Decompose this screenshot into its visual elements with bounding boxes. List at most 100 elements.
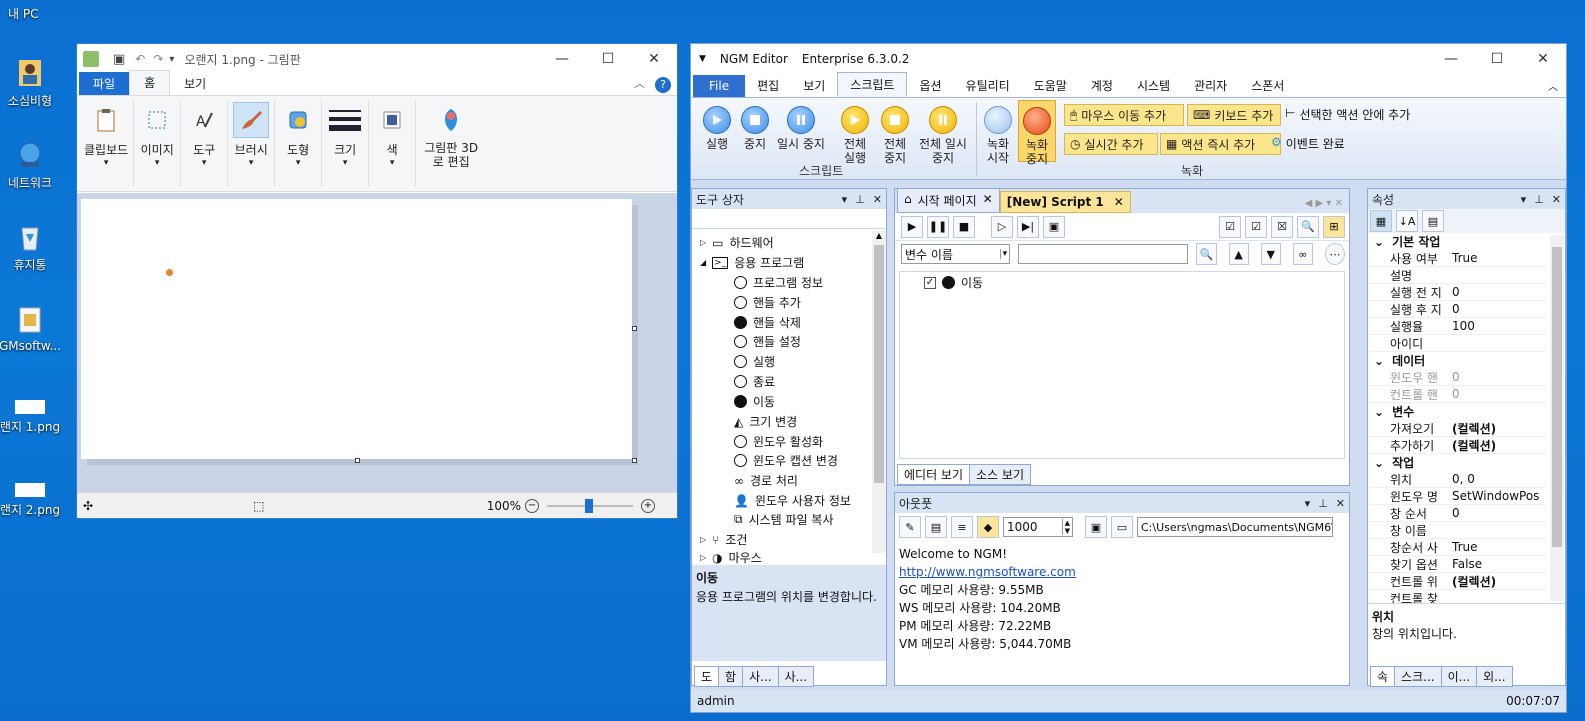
property-row[interactable]: 아이디 (1368, 335, 1546, 352)
dropdown-icon[interactable]: ▾ (842, 193, 848, 206)
tab-script-1[interactable]: [New] Script 1 ✕ (999, 191, 1131, 213)
ribbon-group-tools[interactable]: A 도구 ▾ (181, 100, 229, 187)
property-row[interactable]: 위치 0, 0 (1368, 471, 1546, 488)
tab-functions[interactable]: 함 (718, 666, 744, 687)
maximize-button[interactable]: ☐ (1474, 44, 1520, 74)
loop-icon[interactable]: ∞ (1292, 243, 1313, 265)
run-all-button[interactable]: 전체 실행 (837, 106, 873, 165)
action-item-move[interactable]: ✓ 이동 (924, 274, 983, 291)
tab-editor-view[interactable]: 에디터 보기 (897, 464, 971, 485)
chevron-down-icon[interactable]: ⌄ (1374, 354, 1384, 368)
tab-image[interactable]: 이... (1440, 666, 1478, 687)
property-value[interactable]: 100 (1448, 319, 1475, 333)
ribbon-group-shapes[interactable]: 도형 ▾ (275, 100, 323, 187)
tab-script-props[interactable]: 스크... (1394, 666, 1442, 687)
list-icon[interactable]: ≡ (951, 516, 973, 538)
zoom-slider[interactable] (547, 498, 633, 513)
close-button[interactable]: ✕ (631, 44, 677, 74)
stop-icon[interactable]: ■ (953, 215, 975, 238)
property-row[interactable]: 추가하기 (컬렉션) (1368, 437, 1546, 454)
search-icon[interactable]: 🔍 (1297, 215, 1319, 238)
tab-users[interactable]: 사... (742, 666, 779, 687)
tab-view[interactable]: 보기 (170, 72, 220, 95)
pin-icon[interactable]: ⊥ (855, 193, 865, 206)
record-start-button[interactable]: 녹화 시작 (981, 106, 1015, 165)
step-icon[interactable]: ▷ (991, 215, 1013, 238)
ribbon-group-brushes[interactable]: 브러시 ▾ (228, 100, 276, 187)
property-value[interactable]: 0 (1448, 387, 1460, 401)
property-row[interactable]: 컨트롤 찾 (1368, 590, 1546, 604)
tree-item-condition[interactable]: ▷ ⑂ 조건 (700, 531, 747, 548)
menu-script[interactable]: 스크립트 (837, 72, 908, 97)
property-row[interactable]: 창 이름 (1368, 522, 1546, 539)
tab-start-page[interactable]: ⌂ 시작 페이지 ✕ (897, 188, 1000, 213)
property-category[interactable]: ⌄ 데이터 (1368, 352, 1546, 369)
resize-handle-bottom[interactable] (355, 458, 360, 463)
menu-account[interactable]: 계정 (1079, 74, 1125, 97)
add-action-now-button[interactable]: ▦ 액션 즉시 추가 (1160, 133, 1281, 155)
ribbon-group-colors[interactable]: 색 ▾ (369, 100, 417, 187)
property-value[interactable]: True (1448, 540, 1478, 554)
property-value[interactable]: 0 (1448, 302, 1460, 316)
pin-icon[interactable]: ⊥ (1534, 193, 1544, 206)
ngm-titlebar[interactable]: ▼ NGM Editor Enterprise 6.3.0.2 — ☐ ✕ (691, 44, 1566, 74)
property-value[interactable]: 0 (1448, 285, 1460, 299)
tree-view-icon[interactable]: ⊞ (1323, 215, 1345, 238)
chevron-down-icon[interactable]: ⌄ (1374, 405, 1384, 419)
tab-properties[interactable]: 속 (1370, 666, 1396, 687)
property-row[interactable]: 실행율 100 (1368, 318, 1546, 335)
pin-icon[interactable]: ⊥ (1318, 497, 1328, 510)
tree-item-add-handle[interactable]: 핸들 추가 (734, 294, 801, 311)
ngm-editor-window[interactable]: ▼ NGM Editor Enterprise 6.3.0.2 — ☐ ✕ Fi… (690, 43, 1567, 713)
run-from-icon[interactable]: ▶| (1017, 215, 1039, 238)
property-grid[interactable]: ⌄ 기본 작업 사용 여부 True 설명 실행 전 지 0 실행 후 지 0 실행율 100 아이디… (1368, 233, 1548, 603)
desktop-this-pc-label[interactable]: 내 PC (8, 5, 38, 22)
property-value[interactable]: 0 (1448, 506, 1460, 520)
tree-item-application[interactable]: ◢ >_ 응용 프로그램 (700, 254, 804, 271)
run-selection-icon[interactable]: ▣ (1043, 215, 1065, 238)
resize-handle-right[interactable] (632, 326, 637, 331)
tree-item-change-caption[interactable]: 윈도우 캡션 변경 (734, 452, 838, 469)
property-row[interactable]: 가져오기 (컬렉션) (1368, 420, 1546, 437)
more-icon[interactable]: ⋯ (1324, 243, 1346, 265)
tree-item-program-info[interactable]: 프로그램 정보 (734, 274, 823, 291)
scroll-thumb[interactable] (874, 245, 884, 483)
add-mouse-move-button[interactable]: 🖱 마우스 이동 추가 (1064, 104, 1184, 126)
resize-handle-corner[interactable] (632, 458, 637, 463)
property-category[interactable]: ⌄ 기본 작업 (1368, 233, 1546, 250)
close-icon[interactable]: ✕ (1114, 195, 1124, 209)
wand-icon[interactable]: ✎ (899, 516, 921, 538)
desktop-icon-gmsoftware[interactable]: GMsoftw... (0, 305, 66, 353)
property-value[interactable]: True (1448, 251, 1478, 265)
add-realtime-button[interactable]: ◷ 실시간 추가 (1064, 133, 1158, 155)
tree-item-exit[interactable]: 종료 (734, 373, 775, 390)
collapse-ribbon-icon[interactable]: ︿ (1548, 78, 1558, 97)
pause-all-button[interactable]: 전체 일시 중지 (915, 106, 971, 165)
property-row[interactable]: 사용 여부 True (1368, 250, 1546, 267)
delay-input[interactable]: 1000 ▲ ▼ (1003, 517, 1073, 537)
tree-item-path[interactable]: ∞ 경로 처리 (734, 472, 798, 489)
property-row[interactable]: 윈도우 핸 0 (1368, 369, 1546, 386)
property-row[interactable]: 실행 전 지 0 (1368, 284, 1546, 301)
output-path-input[interactable]: C:\Users\ngmas\Documents\NGM6\ (1137, 517, 1333, 537)
property-value[interactable]: (컬렉션) (1448, 420, 1496, 437)
menu-edit[interactable]: 편집 (745, 74, 791, 97)
undo-icon[interactable]: ↶ (135, 52, 145, 66)
tree-item-delete-handle[interactable]: 핸들 삭제 (734, 314, 801, 331)
stop-button[interactable]: 중지 (737, 106, 773, 151)
toolbox-scrollbar[interactable]: ▲ (872, 231, 886, 553)
menu-utility[interactable]: 유틸리티 (954, 74, 1022, 97)
close-icon[interactable]: ✕ (873, 193, 882, 206)
tree-item-mouse[interactable]: ▷ ◑ 마우스 (700, 549, 762, 566)
quick-access-dropdown-icon[interactable]: ▾ (169, 54, 174, 65)
ribbon-group-paint3d[interactable]: 그림판 3D로 편집 (416, 100, 486, 187)
menu-options[interactable]: 옵션 (907, 74, 953, 97)
output-log[interactable]: Welcome to NGM! http://www.ngmsoftware.c… (895, 541, 1349, 657)
tree-item-move[interactable]: 이동 (734, 393, 775, 410)
property-value[interactable]: False (1448, 557, 1482, 571)
variable-select[interactable]: 변수 이름 ▾ (901, 244, 1011, 264)
desktop-icon-recycle-bin[interactable]: 휴지통 (0, 222, 66, 273)
property-value[interactable]: 0, 0 (1448, 472, 1475, 486)
move-down-icon[interactable]: ▼ (1260, 243, 1281, 265)
desktop-icon-network[interactable]: 네트워크 (0, 140, 66, 191)
